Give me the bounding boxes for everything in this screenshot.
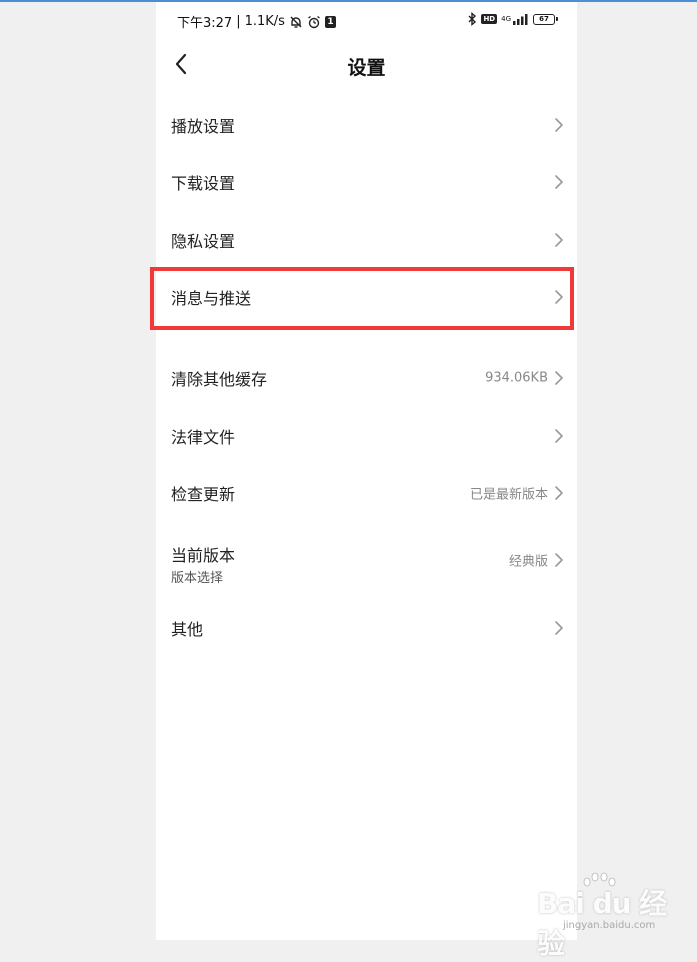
chevron-right-icon xyxy=(553,485,565,501)
setting-row-playback[interactable]: 播放设置 xyxy=(156,96,577,153)
battery-icon: 67 xyxy=(533,13,558,25)
row-label: 隐私设置 xyxy=(171,231,236,251)
chevron-right-icon xyxy=(553,620,565,636)
row-label: 清除其他缓存 xyxy=(171,369,268,389)
app-header: 设置 xyxy=(156,48,577,84)
network-type: 4G xyxy=(501,14,511,23)
signal-icon xyxy=(513,13,529,25)
watermark-site: jingyan.baidu.com xyxy=(563,920,656,931)
setting-row-current-version[interactable]: 当前版本 版本选择 经典版 xyxy=(156,530,577,590)
setting-row-clear-cache[interactable]: 清除其他缓存 934.06KB xyxy=(156,349,577,406)
alarm-clock-icon xyxy=(307,15,321,29)
row-label: 法律文件 xyxy=(171,427,236,447)
row-label: 当前版本 xyxy=(171,546,236,565)
status-right: HD 4G 67 xyxy=(467,12,558,26)
bluetooth-icon xyxy=(467,12,477,26)
setting-row-check-update[interactable]: 检查更新 已是最新版本 xyxy=(156,464,577,521)
setting-row-legal[interactable]: 法律文件 xyxy=(156,407,577,464)
setting-row-download[interactable]: 下载设置 xyxy=(156,153,577,210)
setting-row-privacy[interactable]: 隐私设置 xyxy=(156,211,577,268)
status-bar: 下午3:27 | 1.1K/s 1 HD 4G 67 xyxy=(156,10,577,34)
row-label: 检查更新 xyxy=(171,484,236,504)
phone-screen: 下午3:27 | 1.1K/s 1 HD 4G 67 设置 播放设置 下载设置 … xyxy=(156,2,577,940)
status-speed: 1.1K/s xyxy=(244,14,285,29)
chevron-right-icon xyxy=(553,370,565,386)
version-value: 经典版 xyxy=(508,554,548,570)
chevron-right-icon xyxy=(553,552,565,568)
mute-bell-icon xyxy=(289,15,303,29)
baidu-jingyan-watermark: Bai du 经验 jingyan.baidu.com xyxy=(533,872,683,960)
row-label: 其他 xyxy=(171,619,204,639)
row-label: 下载设置 xyxy=(171,173,236,193)
sim-badge: 1 xyxy=(324,15,336,28)
status-left: 下午3:27 | 1.1K/s 1 xyxy=(177,12,336,31)
setting-row-other[interactable]: 其他 xyxy=(156,599,577,656)
page-title: 设置 xyxy=(347,57,386,79)
update-status-value: 已是最新版本 xyxy=(469,487,548,502)
status-time: 下午3:27 xyxy=(177,16,233,31)
status-divider: | xyxy=(236,14,241,29)
row-sublabel: 版本选择 xyxy=(171,571,224,586)
highlight-box xyxy=(150,267,574,330)
cache-size-value: 934.06KB xyxy=(485,370,548,385)
chevron-right-icon xyxy=(553,232,565,248)
row-label: 播放设置 xyxy=(171,116,236,136)
chevron-right-icon xyxy=(553,174,565,190)
hd-badge: HD xyxy=(481,14,498,24)
chevron-right-icon xyxy=(553,117,565,133)
chevron-right-icon xyxy=(553,428,565,444)
